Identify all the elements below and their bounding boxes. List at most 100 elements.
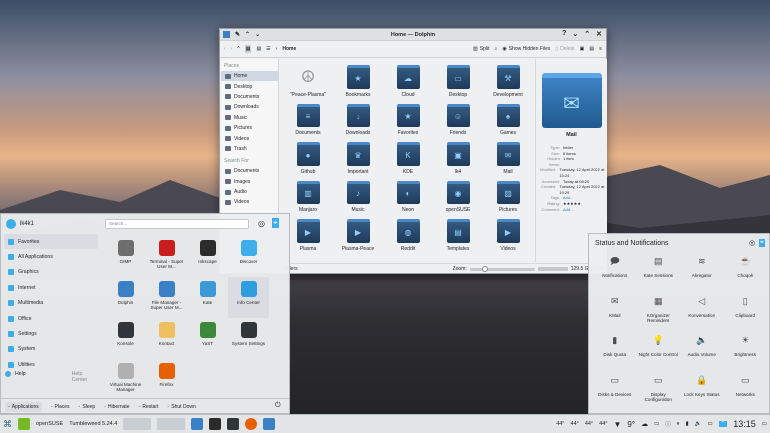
app-dolphin[interactable]: Dolphin <box>105 277 146 318</box>
file-item[interactable]: ☁ Cloud <box>383 59 433 98</box>
file-item[interactable]: ◉ openSUSE <box>433 175 483 213</box>
file-item[interactable]: ▶ Plasma-Peace <box>333 213 383 252</box>
cloud-icon[interactable]: ☁ <box>641 420 648 428</box>
footer-hibernate-button[interactable]: ◦ Hibernate <box>104 404 129 410</box>
file-item[interactable]: ● Github <box>283 136 333 175</box>
place-item-pictures[interactable]: Pictures <box>221 123 278 133</box>
app-system-settings[interactable]: System Settings <box>228 318 269 359</box>
app-firefox[interactable]: Firefox <box>146 359 187 400</box>
file-item[interactable]: ▤ Templates <box>433 213 483 252</box>
category-favorites[interactable]: Favorites <box>4 234 98 250</box>
file-item[interactable]: ▭ Desktop <box>433 59 483 98</box>
launcher-search-input[interactable]: Search... <box>105 219 249 229</box>
task-inkscape[interactable] <box>209 418 222 430</box>
file-item[interactable]: ▣ lk4 <box>433 136 483 175</box>
avatar[interactable] <box>6 219 16 229</box>
tray-disks-devices[interactable]: ▭ Disks & Devices <box>593 375 637 415</box>
pin-launcher-icon[interactable]: ⌖ <box>272 218 279 228</box>
menu-chevron-icon[interactable]: ⌄ <box>255 31 260 38</box>
help-center-link[interactable]: Help Center <box>72 371 95 383</box>
file-item[interactable]: ★ Favorites <box>383 98 433 136</box>
tray-kate-sessions[interactable]: ▤ Kate Sessions <box>637 256 681 296</box>
clock[interactable]: 13:15 <box>733 419 756 429</box>
tray-choqok[interactable]: ☕ Choqok <box>724 256 768 296</box>
search-item-audio[interactable]: Audio <box>221 187 278 197</box>
configure-icon[interactable]: ◎ <box>258 219 265 228</box>
zoom-handle[interactable] <box>481 265 488 272</box>
help-tray-icon[interactable]: ⓘ <box>665 420 671 428</box>
tray-clipboard[interactable]: ▯ Clipboard <box>724 296 768 336</box>
place-item-home[interactable]: Home <box>221 71 278 82</box>
tray-networks[interactable]: ▭ Networks <box>724 375 768 415</box>
footer-places-button[interactable]: ◦ Places <box>51 404 70 410</box>
info-panel-icon[interactable]: ▤ <box>589 46 594 52</box>
help-icon[interactable]: ? <box>562 30 566 38</box>
app-terminal-super-user-m-[interactable]: Terminal - Super User M... <box>146 236 187 277</box>
file-item[interactable]: K KDE <box>383 136 433 175</box>
place-item-downloads[interactable]: Downloads <box>221 102 278 112</box>
minimize-icon[interactable]: ⌄ <box>572 30 578 38</box>
file-item[interactable]: ↓ Downloads <box>333 98 383 136</box>
leave-icon[interactable]: ⏻ <box>275 402 281 410</box>
split-button[interactable]: ▥ Split <box>473 46 489 52</box>
zoom-slider[interactable] <box>469 265 535 272</box>
app-yast[interactable]: YaST <box>187 318 228 359</box>
file-item[interactable]: ☮ "Peace-Plasma" <box>283 59 333 98</box>
task-dolphin[interactable] <box>191 418 204 430</box>
search-icon[interactable]: ⌕ <box>495 46 498 52</box>
place-item-documents[interactable]: Documents <box>221 92 278 102</box>
file-item[interactable]: ♪ Music <box>333 175 383 213</box>
category-internet[interactable]: Internet <box>4 280 98 295</box>
app-virtual-machine-manager[interactable]: Virtual Machine Manager <box>105 359 146 400</box>
close-icon[interactable]: ✕ <box>596 30 602 38</box>
tray-kmail[interactable]: ✉ KMail <box>593 296 637 336</box>
task-firefox[interactable] <box>245 418 258 430</box>
file-item[interactable]: ◐ Neon <box>383 175 433 213</box>
app-gimp[interactable]: GIMP <box>105 236 146 277</box>
search-item-videos[interactable]: Videos <box>221 197 278 207</box>
place-item-desktop[interactable]: Desktop <box>221 81 278 91</box>
tray-expand-icon[interactable]: ⌃ <box>718 421 728 427</box>
details-view-icon[interactable]: ☰ <box>266 46 270 52</box>
pin-icon[interactable]: ✎ <box>235 31 240 38</box>
network-icon[interactable]: ▭ <box>707 421 712 427</box>
file-item[interactable]: ☺ Friends <box>433 98 483 136</box>
category-office[interactable]: Office <box>4 311 98 326</box>
keep-above-icon[interactable]: ⌃ <box>245 31 250 38</box>
file-item[interactable]: ▶ Videos <box>483 213 533 252</box>
category-multimedia[interactable]: Multimedia <box>4 296 98 311</box>
app-konsole[interactable]: Konsole <box>105 318 146 359</box>
hamburger-menu-icon[interactable]: ≡ <box>599 46 602 52</box>
file-item[interactable]: ◍ Reddit <box>383 213 433 252</box>
icons-view-icon[interactable]: ▦ <box>244 45 252 53</box>
footer-applications-button[interactable]: ◦ Applications <box>5 401 42 412</box>
tray-config-icon[interactable]: ◎ <box>749 239 755 247</box>
show-desktop-icon[interactable]: ▭ <box>762 421 767 427</box>
meta-value[interactable]: Add... <box>563 207 573 213</box>
place-item-videos[interactable]: Videos <box>221 133 278 143</box>
tray-disk-quota[interactable]: ▮ Disk Quota <box>593 335 637 375</box>
title-bar[interactable]: ✎ ⌃ ⌄ Home — Dolphin ? ⌄ ⌃ ✕ <box>220 29 606 41</box>
app-kontact[interactable]: Kontact <box>146 318 187 359</box>
footer-restart-button[interactable]: ◦ Restart <box>139 404 159 410</box>
gpu-icon[interactable]: ▼ <box>614 420 622 429</box>
tray-night-color-control[interactable]: 💡 Night Color Control <box>637 335 681 375</box>
tray-konversation[interactable]: ◁ Konversation <box>680 296 724 336</box>
category-all-applications[interactable]: All Applications <box>4 249 98 264</box>
tray-pin-icon[interactable]: ⌖ <box>759 239 765 247</box>
file-item[interactable]: ♛ Important <box>333 136 383 175</box>
tray-notifications[interactable]: 🗩 Notifications <box>593 256 637 296</box>
back-icon[interactable]: ‹ <box>224 46 226 52</box>
file-item[interactable]: ▶ Plasma <box>283 213 333 252</box>
footer-shut-down-button[interactable]: ◦ Shut Down <box>168 404 196 410</box>
place-item-music[interactable]: Music <box>221 113 278 123</box>
show-hidden-button[interactable]: ◉ Show Hidden Files <box>502 46 550 52</box>
app-info-center[interactable]: Info Center <box>228 277 269 318</box>
launcher-icon[interactable]: ⌘ <box>3 419 12 430</box>
file-item[interactable]: ▨ Pictures <box>483 175 533 213</box>
category-graphics[interactable]: Graphics <box>4 265 98 280</box>
footer-sleep-button[interactable]: ◦ Sleep <box>79 404 96 410</box>
help-item[interactable]: Help <box>5 371 26 383</box>
display-icon[interactable]: ▭ <box>654 421 659 427</box>
pager-widget-2[interactable] <box>157 418 186 430</box>
